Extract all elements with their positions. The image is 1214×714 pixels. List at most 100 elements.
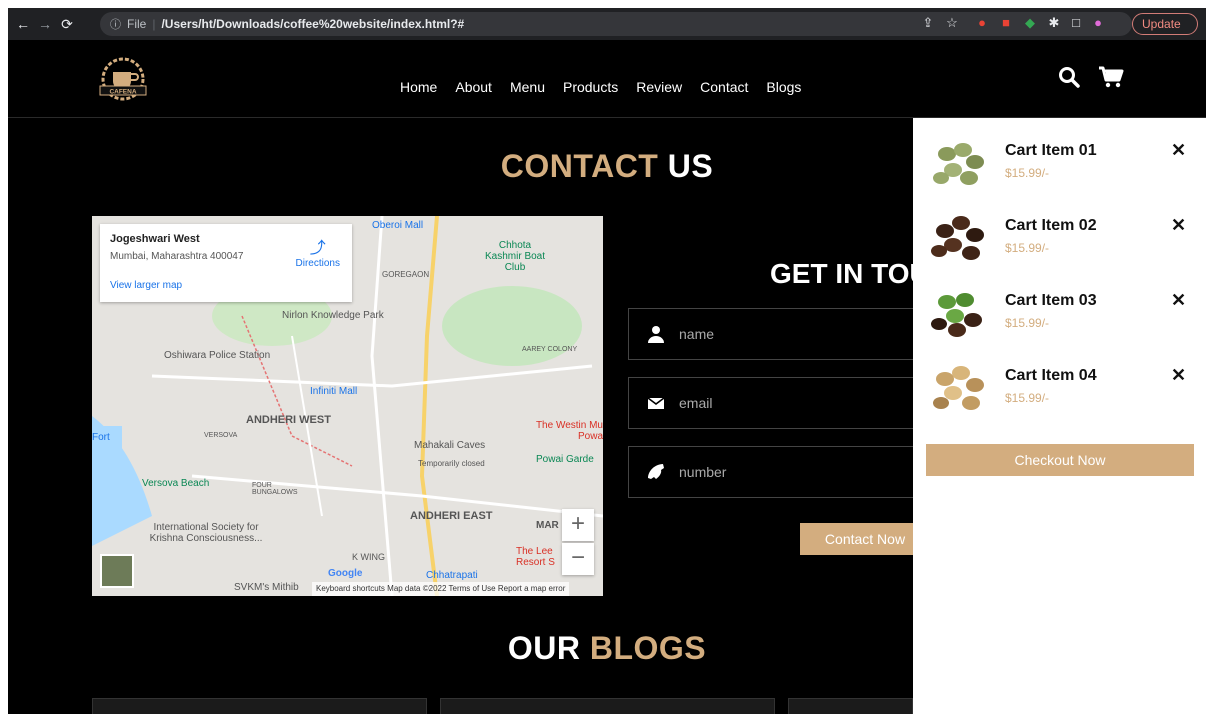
- map-label-oberoi: Oberoi Mall: [372, 220, 424, 231]
- envelope-icon: [647, 397, 665, 409]
- info-icon[interactable]: ⓘ: [110, 16, 121, 32]
- cafena-logo[interactable]: CAFENA: [90, 52, 156, 106]
- map-label-four-bungalows: FOUR BUNGALOWS: [252, 482, 298, 496]
- map-label-iskcon: International Society for Krishna Consci…: [149, 522, 263, 544]
- profile-icon[interactable]: ●: [1090, 15, 1106, 31]
- contact-now-button[interactable]: Contact Now: [800, 523, 930, 555]
- remove-item-icon[interactable]: ✕: [1171, 215, 1186, 236]
- nav-review[interactable]: Review: [636, 79, 682, 95]
- cart-item: Cart Item 02 $15.99/- ✕: [913, 201, 1206, 276]
- checkout-now-button[interactable]: Checkout Now: [926, 444, 1194, 476]
- number-field[interactable]: number: [628, 446, 948, 498]
- map-label-mar: MAR: [536, 520, 559, 531]
- view-larger-map-link[interactable]: View larger map: [110, 280, 342, 291]
- cart-item-name: Cart Item 04: [1005, 367, 1097, 384]
- map-label-temp-closed: Temporarily closed: [418, 459, 485, 468]
- map-label-andheri-east: ANDHERI EAST: [410, 510, 493, 522]
- email-field[interactable]: email: [628, 377, 948, 429]
- map-label-goregaon: GOREGAON: [382, 270, 430, 279]
- cart-icon[interactable]: [1098, 66, 1124, 88]
- cart-item-name: Cart Item 02: [1005, 217, 1097, 234]
- zoom-out-button[interactable]: −: [562, 543, 594, 575]
- map-label-versova-beach: Versova Beach: [142, 478, 210, 489]
- site-header: CAFENA Home About Menu Products Review C…: [8, 40, 1206, 118]
- share-icon[interactable]: ⇪: [920, 15, 936, 31]
- search-icon[interactable]: [1058, 66, 1080, 88]
- blog-card-3[interactable]: [788, 698, 913, 714]
- nav-contact[interactable]: Contact: [700, 79, 748, 95]
- map-label-powai: Powai Garde: [536, 454, 594, 465]
- url-text: /Users/ht/Downloads/coffee%20website/ind…: [161, 17, 465, 31]
- cart-item: Cart Item 03 $15.99/- ✕: [913, 276, 1206, 351]
- phone-icon: [648, 464, 664, 479]
- back-icon[interactable]: ←: [12, 16, 34, 32]
- map-label-chhota: Chhota Kashmir Boat Club: [484, 240, 546, 273]
- contact-title-accent: CONTACT: [500, 148, 659, 184]
- main-nav: Home About Menu Products Review Contact …: [400, 79, 801, 95]
- get-in-touch-title: GET IN TOU: [770, 258, 930, 289]
- name-placeholder: name: [679, 326, 715, 342]
- cart-item-price: $15.99/-: [1005, 241, 1050, 255]
- bookmark-star-icon[interactable]: ☆: [944, 15, 960, 31]
- cart-item-price: $15.99/-: [1005, 316, 1050, 330]
- user-icon: [648, 326, 664, 343]
- blog-card-2[interactable]: [440, 698, 775, 714]
- map-label-chhatrapati: Chhatrapati: [426, 570, 478, 581]
- cart-item-name: Cart Item 01: [1005, 142, 1097, 159]
- cart-item-name: Cart Item 03: [1005, 292, 1097, 309]
- map-label-mahakali: Mahakali Caves: [414, 440, 486, 451]
- mixed-coffee-beans-image: [931, 293, 982, 337]
- nav-about[interactable]: About: [455, 79, 492, 95]
- nav-home[interactable]: Home: [400, 79, 437, 95]
- cart-item-price: $15.99/-: [1005, 391, 1050, 405]
- extensions-puzzle-icon[interactable]: ✱: [1046, 15, 1062, 31]
- contact-title-rest: US: [667, 148, 714, 184]
- map-place-card: Jogeshwari West Mumbai, Maharashtra 4000…: [100, 224, 352, 302]
- cart-item: Cart Item 04 $15.99/- ✕: [913, 351, 1206, 426]
- blogs-title-accent: BLOGS: [589, 630, 707, 666]
- extension-icon-1[interactable]: ●: [974, 15, 990, 31]
- cart-item-price: $15.99/-: [1005, 166, 1050, 180]
- map-footer[interactable]: Keyboard shortcuts Map data ©2022 Terms …: [312, 582, 570, 596]
- extension-icon-2[interactable]: ■: [998, 15, 1014, 31]
- remove-item-icon[interactable]: ✕: [1171, 140, 1186, 161]
- blogs-title-rest: OUR: [507, 630, 581, 666]
- nav-products[interactable]: Products: [563, 79, 618, 95]
- map-label-fort: Fort: [92, 432, 110, 443]
- update-button[interactable]: Update: [1132, 13, 1198, 35]
- side-panel-icon[interactable]: □: [1068, 15, 1084, 31]
- blog-card-1[interactable]: [92, 698, 427, 714]
- url-scheme: File: [127, 17, 147, 31]
- map-label-oshiwara: Oshiwara Police Station: [164, 350, 271, 361]
- zoom-in-button[interactable]: +: [562, 509, 594, 541]
- satellite-toggle[interactable]: [100, 554, 134, 588]
- nav-blogs[interactable]: Blogs: [766, 79, 801, 95]
- map-label-versova: VERSOVA: [204, 432, 238, 439]
- remove-item-icon[interactable]: ✕: [1171, 290, 1186, 311]
- directions-icon: ⤴: [309, 240, 326, 257]
- email-placeholder: email: [679, 395, 713, 411]
- map-label-aarey: AAREY COLONY: [522, 346, 578, 353]
- directions-button[interactable]: ⤴ Directions: [296, 234, 340, 269]
- map-label-andheri-west: ANDHERI WEST: [246, 414, 331, 426]
- map-label-infiniti: Infiniti Mall: [310, 386, 358, 397]
- extension-shield-icon[interactable]: ◆: [1022, 15, 1038, 31]
- number-placeholder: number: [679, 464, 727, 480]
- map-label-nirlon: Nirlon Knowledge Park: [282, 310, 384, 321]
- google-map[interactable]: Jogeshwari West Mumbai, Maharashtra 4000…: [92, 216, 603, 596]
- google-logo: Google: [328, 568, 363, 579]
- cart-item: Cart Item 01 $15.99/- ✕: [913, 126, 1206, 201]
- name-field[interactable]: name: [628, 308, 948, 360]
- browser-toolbar: ← → ⟳ ⓘ File | /Users/ht/Downloads/coffe…: [8, 8, 1206, 40]
- map-label-svkm: SVKM's Mithib: [234, 582, 299, 593]
- forward-icon[interactable]: →: [34, 16, 56, 32]
- map-label-kwing: K WING: [352, 552, 385, 562]
- map-label-westin: The Westin Mu Powa: [535, 420, 603, 442]
- remove-item-icon[interactable]: ✕: [1171, 365, 1186, 386]
- reload-icon[interactable]: ⟳: [56, 16, 78, 33]
- map-label-leela: The Lee Resort S: [516, 546, 555, 568]
- logo-text: CAFENA: [109, 89, 136, 96]
- browser-window: ← → ⟳ ⓘ File | /Users/ht/Downloads/coffe…: [8, 8, 1206, 714]
- nav-menu[interactable]: Menu: [510, 79, 545, 95]
- green-coffee-beans-image: [933, 143, 984, 185]
